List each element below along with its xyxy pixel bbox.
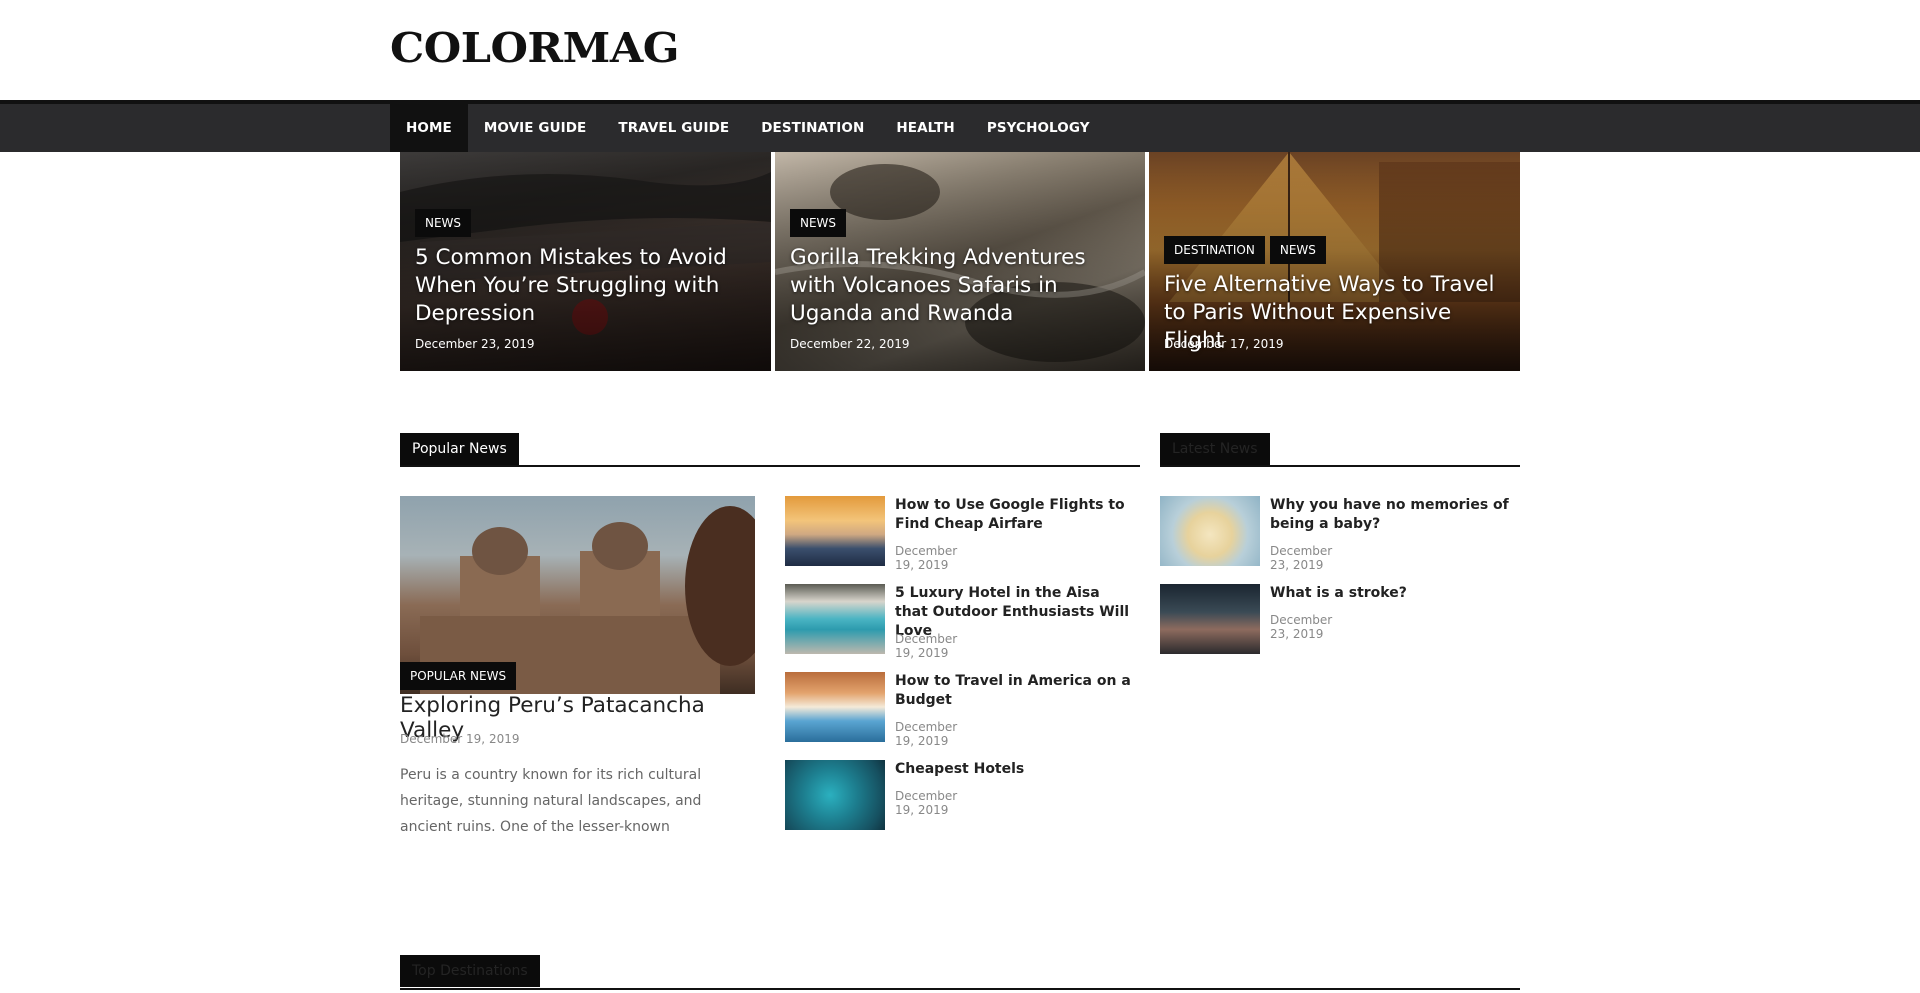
- post-date[interactable]: December 19, 2019: [895, 789, 957, 817]
- section-heading-top-destinations: Top Destinations: [400, 955, 1520, 990]
- nav-item-destination[interactable]: DESTINATION: [745, 104, 880, 152]
- category-tags: DESTINATION NEWS: [1164, 236, 1326, 264]
- nav-item-health[interactable]: HEALTH: [880, 104, 970, 152]
- post-thumbnail[interactable]: [1160, 584, 1260, 654]
- featured-title[interactable]: 5 Common Mistakes to Avoid When You’re S…: [415, 244, 756, 328]
- post-thumbnail[interactable]: [785, 760, 885, 830]
- category-tag[interactable]: DESTINATION: [1164, 236, 1265, 264]
- post-date[interactable]: December 19, 2019: [895, 544, 957, 572]
- post-date[interactable]: December 23, 2019: [1270, 544, 1332, 572]
- popular-category-tag[interactable]: POPULAR NEWS: [400, 662, 517, 690]
- popular-main-date[interactable]: December 19, 2019: [400, 732, 519, 746]
- featured-title[interactable]: Gorilla Trekking Adventures with Volcano…: [790, 244, 1130, 328]
- featured-posts: NEWS 5 Common Mistakes to Avoid When You…: [400, 152, 1520, 371]
- section-title: Popular News: [400, 433, 519, 465]
- post-title[interactable]: How to Travel in America on a Budget: [895, 672, 1135, 710]
- post-title[interactable]: What is a stroke?: [1270, 584, 1510, 603]
- post-thumbnail[interactable]: [785, 496, 885, 566]
- post-title[interactable]: How to Use Google Flights to Find Cheap …: [895, 496, 1135, 534]
- featured-date[interactable]: December 17, 2019: [1164, 337, 1283, 351]
- featured-post[interactable]: DESTINATION NEWS Five Alternative Ways t…: [1149, 152, 1520, 371]
- featured-date[interactable]: December 22, 2019: [790, 337, 909, 351]
- category-tag[interactable]: NEWS: [415, 209, 472, 237]
- category-tags: NEWS: [790, 209, 847, 237]
- section-heading-latest: Latest News: [1160, 433, 1520, 467]
- post-date[interactable]: December 19, 2019: [895, 632, 957, 660]
- site-header: COLORMAG: [0, 0, 1920, 100]
- site-logo[interactable]: COLORMAG: [390, 24, 679, 72]
- section-title: Latest News: [1160, 433, 1270, 465]
- main-navigation: HOME MOVIE GUIDE TRAVEL GUIDE DESTINATIO…: [0, 100, 1920, 152]
- post-title[interactable]: Why you have no memories of being a baby…: [1270, 496, 1510, 534]
- category-tag[interactable]: NEWS: [1269, 236, 1326, 264]
- nav-item-home[interactable]: HOME: [390, 104, 468, 152]
- post-date[interactable]: December 23, 2019: [1270, 613, 1332, 641]
- nav-item-movie-guide[interactable]: MOVIE GUIDE: [468, 104, 603, 152]
- post-date[interactable]: December 19, 2019: [895, 720, 957, 748]
- section-title: Top Destinations: [400, 955, 540, 987]
- post-thumbnail[interactable]: [1160, 496, 1260, 566]
- featured-post[interactable]: NEWS Gorilla Trekking Adventures with Vo…: [775, 152, 1145, 371]
- featured-date[interactable]: December 23, 2019: [415, 337, 534, 351]
- category-tag[interactable]: NEWS: [790, 209, 847, 237]
- nav-item-psychology[interactable]: PSYCHOLOGY: [971, 104, 1106, 152]
- section-heading-popular: Popular News: [400, 433, 1140, 467]
- post-title[interactable]: Cheapest Hotels: [895, 760, 1135, 779]
- post-thumbnail[interactable]: [785, 584, 885, 654]
- category-tags: NEWS: [415, 209, 472, 237]
- nav-item-travel-guide[interactable]: TRAVEL GUIDE: [602, 104, 745, 152]
- featured-post[interactable]: NEWS 5 Common Mistakes to Avoid When You…: [400, 152, 771, 371]
- popular-main-excerpt: Peru is a country known for its rich cul…: [400, 767, 702, 835]
- post-thumbnail[interactable]: [785, 672, 885, 742]
